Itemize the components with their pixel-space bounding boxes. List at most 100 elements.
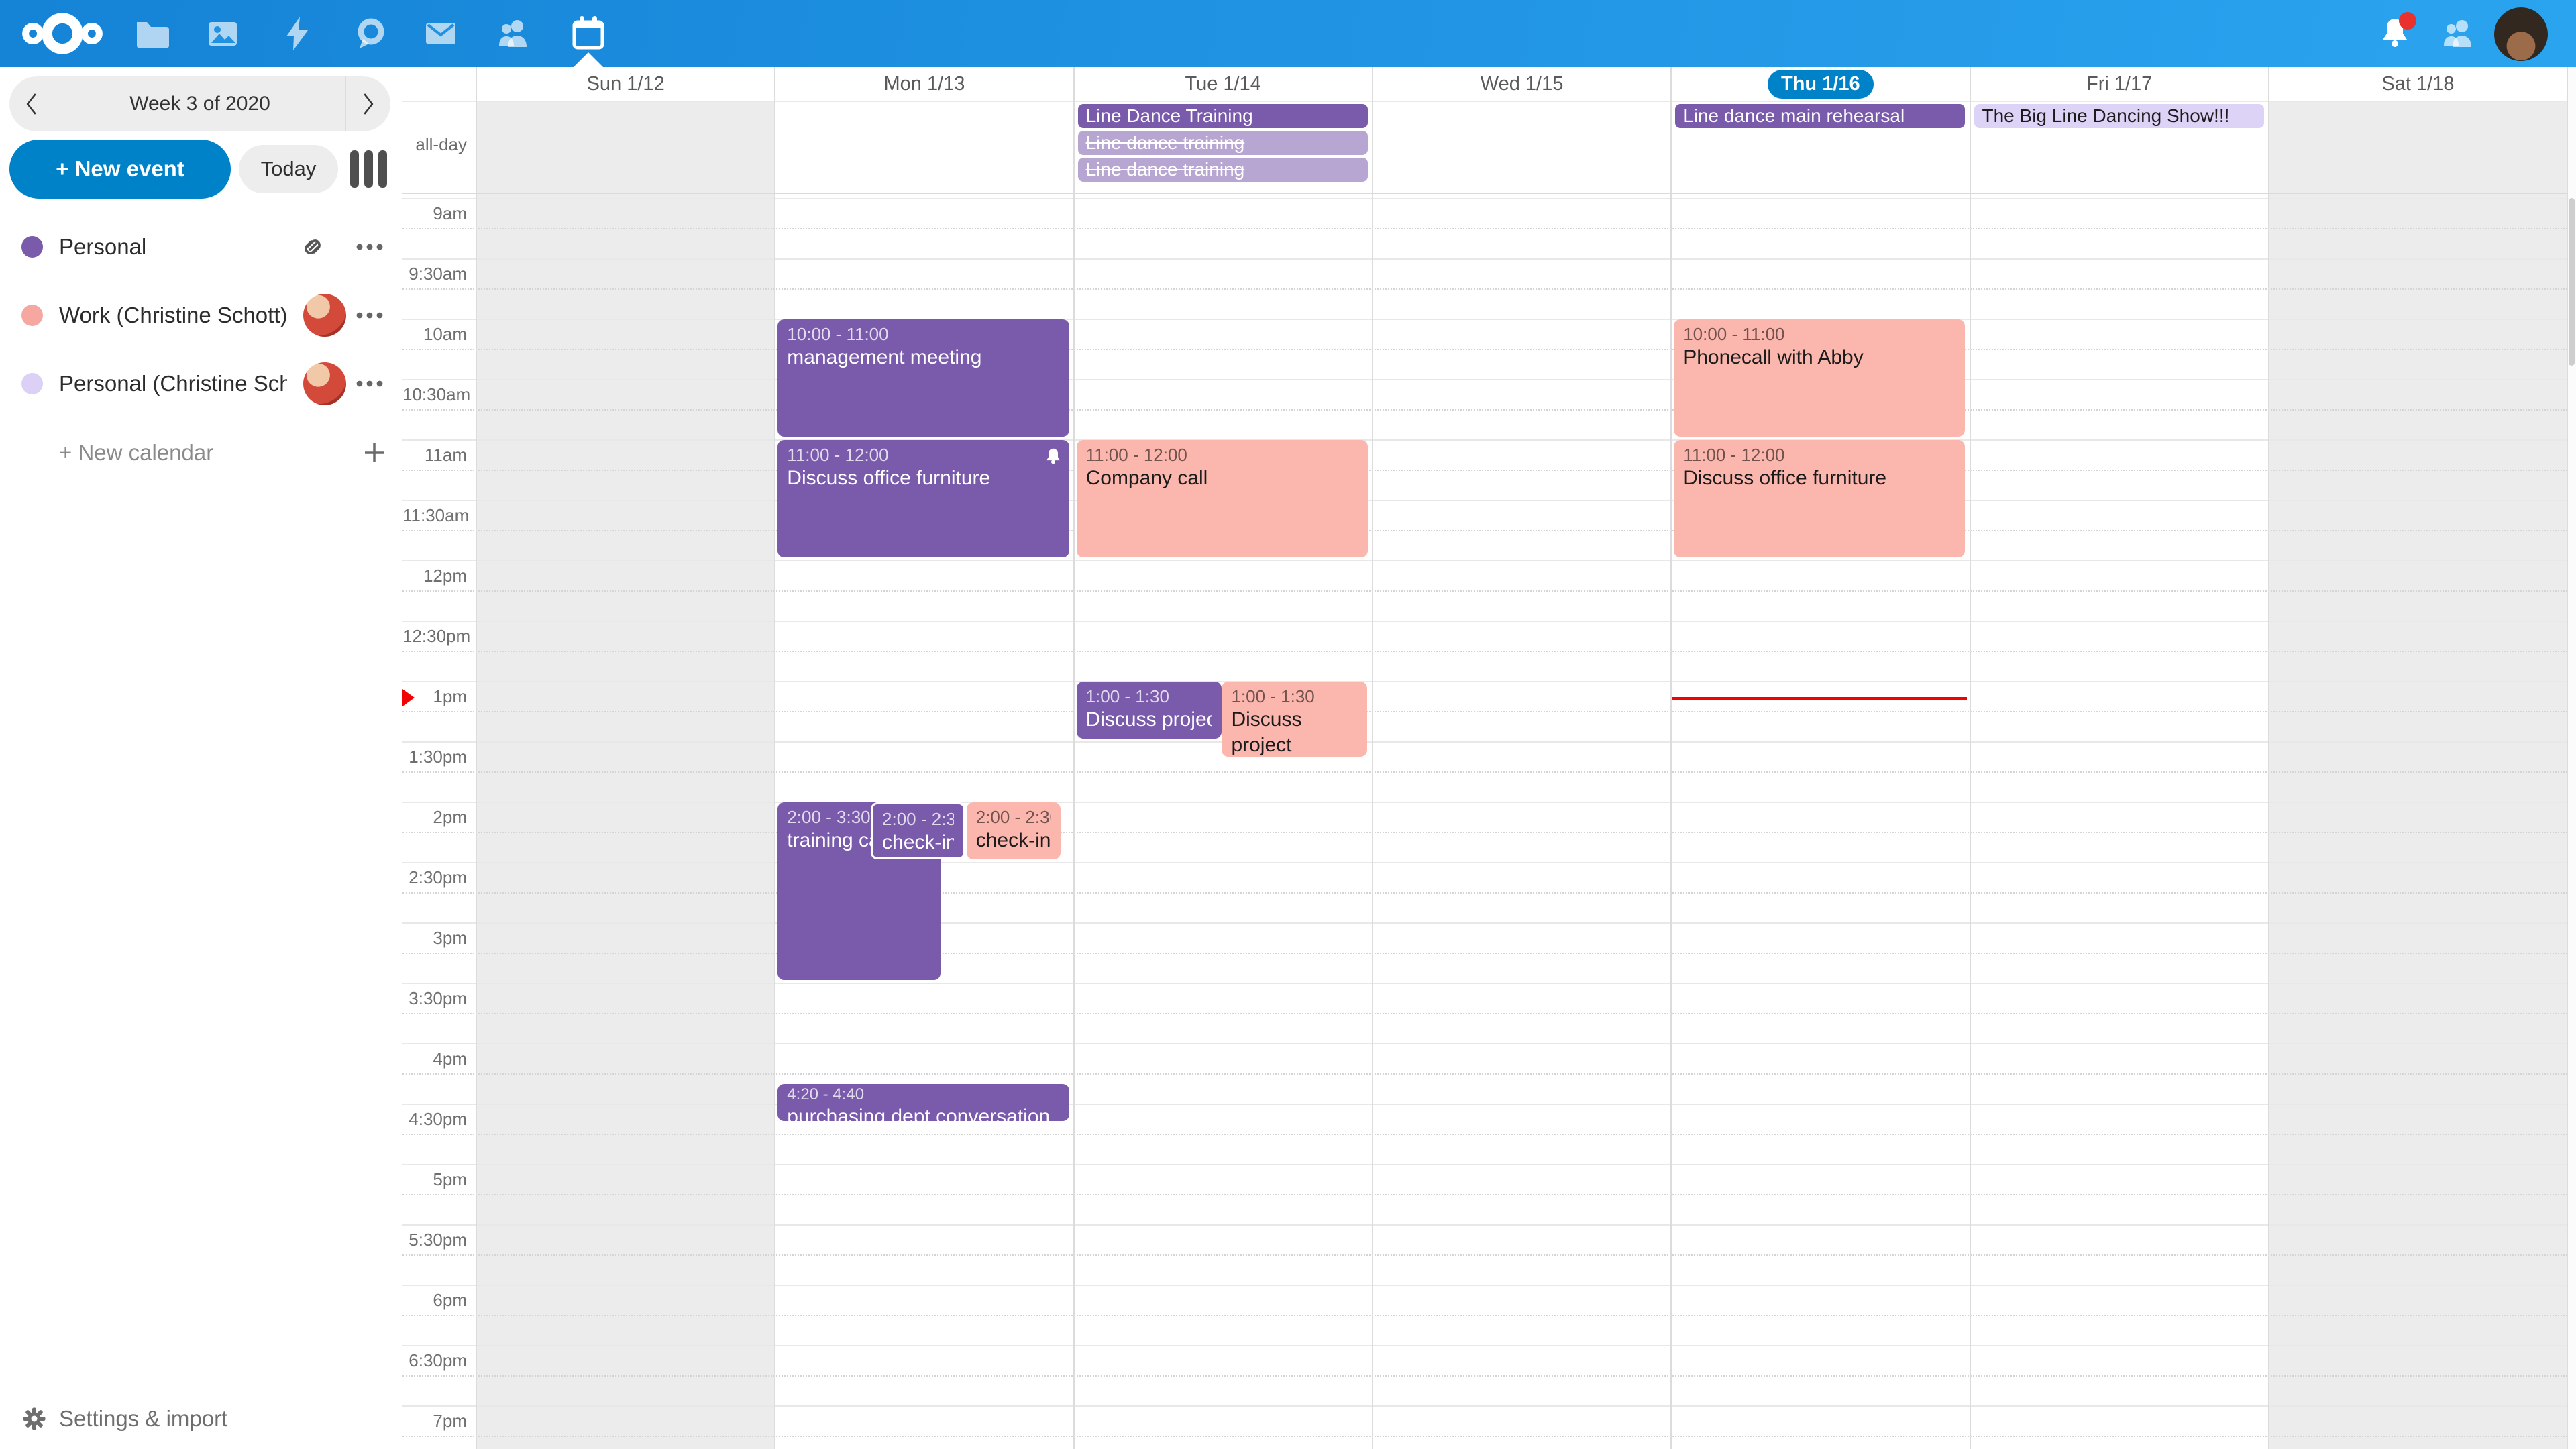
column-line (1970, 67, 1971, 1449)
event-time: 11:00 - 12:00 (1086, 444, 1358, 466)
calendar-event[interactable]: 2:00 - 2:30check-in (967, 802, 1061, 859)
event-title: Company call (1086, 466, 1358, 491)
notification-badge (2399, 12, 2416, 30)
calendar-list-item[interactable]: Work (Christine Schott) (0, 283, 402, 347)
slot-line (402, 379, 2567, 380)
current-day-pill: Thu 1/16 (1768, 70, 1874, 99)
view-bar (364, 150, 373, 188)
share-link-icon[interactable] (298, 232, 327, 262)
more-actions-icon[interactable] (354, 240, 385, 254)
calendar-event[interactable]: 11:00 - 12:00Discuss office furniture (1674, 440, 1965, 557)
nextcloud-logo[interactable] (19, 12, 106, 55)
day-header: Sun 1/12 (476, 67, 775, 101)
more-actions-icon[interactable] (354, 377, 385, 390)
today-button[interactable]: Today (239, 145, 338, 193)
calendar-event[interactable]: 10:00 - 11:00Phonecall with Abby (1674, 319, 1965, 437)
slot-line (402, 439, 2567, 441)
shared-calendar-avatar (303, 362, 346, 405)
view-bar (378, 150, 387, 188)
all-day-event[interactable]: The Big Line Dancing Show!!! (1974, 104, 2264, 128)
column-line (1670, 67, 1672, 1449)
files-icon[interactable] (133, 15, 170, 52)
calendar-event[interactable]: 4:20 - 4:40purchasing dept conversation (777, 1084, 1069, 1121)
calendar-color-dot[interactable] (21, 373, 43, 394)
more-actions-icon[interactable] (354, 309, 385, 322)
calendar-name[interactable]: Personal (59, 215, 146, 279)
calendar-name[interactable]: Personal (Christine Scho... (59, 352, 287, 416)
day-header-label: Fri 1/17 (2086, 73, 2152, 95)
time-label: 12:30pm (402, 626, 467, 647)
next-week-button[interactable] (346, 76, 390, 131)
quarter-line (402, 953, 2567, 954)
user-avatar[interactable] (2494, 7, 2548, 61)
sidebar: Week 3 of 2020 + New event Today Persona… (0, 67, 402, 1449)
all-day-event[interactable]: Line Dance Training (1078, 104, 1368, 128)
slot-line (402, 1285, 2567, 1286)
calendar-icon[interactable] (570, 15, 607, 52)
previous-week-button[interactable] (9, 76, 54, 131)
all-day-label: all-day (402, 134, 467, 155)
view-switcher-button[interactable] (350, 150, 387, 188)
quarter-line (402, 1315, 2567, 1316)
calendar-color-dot[interactable] (21, 305, 43, 326)
talk-icon[interactable] (352, 15, 389, 52)
day-header: Fri 1/17 (1970, 67, 2269, 101)
settings-import[interactable]: Settings & import (0, 1395, 402, 1442)
activity-icon[interactable] (278, 15, 316, 52)
slot-line (402, 681, 2567, 682)
slot-line (402, 560, 2567, 561)
quarter-line (402, 590, 2567, 592)
scrollbar-thumb[interactable] (2569, 198, 2575, 366)
time-label: 5pm (402, 1169, 467, 1190)
quarter-line (402, 288, 2567, 290)
all-day-event[interactable]: Line dance training (1078, 158, 1368, 182)
all-day-event[interactable]: Line dance training (1078, 131, 1368, 155)
new-calendar-row[interactable]: + New calendar (0, 421, 402, 485)
time-label: 11am (402, 445, 467, 466)
day-header-label: Sun 1/12 (587, 73, 665, 95)
calendar-event[interactable]: 2:00 - 2:30check-in (871, 802, 965, 859)
day-header: Sat 1/18 (2269, 67, 2567, 101)
calendar-list-item[interactable]: Personal (Christine Scho... (0, 352, 402, 416)
event-title: purchasing dept conversation (787, 1104, 1059, 1121)
event-title: Discuss project announcement (1231, 707, 1357, 757)
calendar-week-view: all-day Sun 1/12Mon 1/13Tue 1/14Wed 1/15… (402, 67, 2576, 1449)
active-app-indicator (572, 52, 604, 68)
calendar-event[interactable]: 1:00 - 1:30Discuss project announcement (1222, 682, 1366, 757)
photos-icon[interactable] (204, 15, 241, 52)
shared-calendar-avatar (303, 294, 346, 337)
slot-line (402, 1224, 2567, 1226)
slot-line (402, 922, 2567, 924)
contacts-icon[interactable] (494, 15, 532, 52)
event-time: 11:00 - 12:00 (787, 444, 1059, 466)
allday-divider (402, 193, 2567, 194)
calendar-name[interactable]: Work (Christine Schott) (59, 283, 287, 347)
slot-line (402, 319, 2567, 320)
new-event-button[interactable]: + New event (9, 140, 231, 199)
time-label: 4:30pm (402, 1109, 467, 1130)
calendar-color-dot[interactable] (21, 236, 43, 258)
calendar-event[interactable]: 1:00 - 1:30Discuss project announcement (1077, 682, 1222, 739)
mail-icon[interactable] (422, 15, 460, 52)
event-time: 2:00 - 2:30 (976, 806, 1052, 828)
time-label: 2pm (402, 807, 467, 828)
calendar-event[interactable]: 11:00 - 12:00Company call (1077, 440, 1368, 557)
event-time: 2:00 - 2:30 (882, 808, 954, 830)
calendar-event[interactable]: 10:00 - 11:00management meeting (777, 319, 1069, 437)
calendar-list-item[interactable]: Personal (0, 215, 402, 279)
contacts-menu-icon[interactable] (2439, 15, 2477, 52)
plus-icon[interactable] (360, 438, 389, 468)
quarter-line (402, 228, 2567, 229)
slot-line (402, 258, 2567, 260)
all-day-event[interactable]: Line dance main rehearsal (1675, 104, 1965, 128)
column-line (2567, 67, 2568, 1449)
week-title[interactable]: Week 3 of 2020 (54, 76, 346, 131)
quarter-line (402, 1013, 2567, 1014)
event-time: 10:00 - 11:00 (787, 323, 1059, 345)
day-header: Tue 1/14 (1074, 67, 1373, 101)
slot-line (402, 1043, 2567, 1044)
new-calendar-label[interactable]: + New calendar (59, 421, 213, 485)
quarter-line (402, 892, 2567, 894)
calendar-event[interactable]: 11:00 - 12:00Discuss office furniture (777, 440, 1069, 557)
column-line (1073, 67, 1075, 1449)
